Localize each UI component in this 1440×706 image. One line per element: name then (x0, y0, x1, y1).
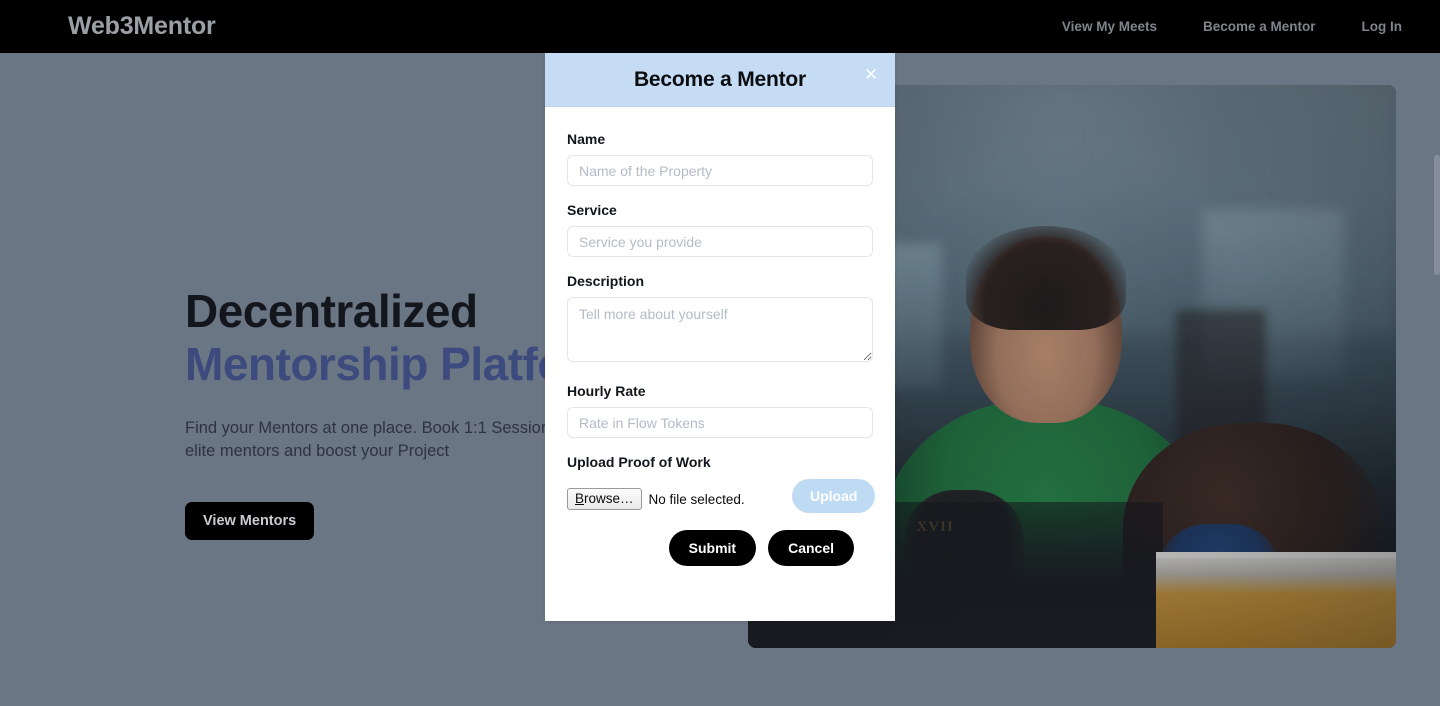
page-scrollbar[interactable] (1434, 155, 1440, 275)
field-description: Description (567, 273, 873, 367)
field-label-description: Description (567, 273, 645, 289)
nav-links: View My Meets Become a Mentor Log In (1062, 19, 1402, 34)
modal-actions: Submit Cancel (567, 530, 873, 566)
file-input[interactable]: Browse… No file selected. (567, 488, 745, 510)
view-mentors-button[interactable]: View Mentors (185, 502, 315, 541)
field-upload-proof: Upload Proof of Work Browse… No file sel… (567, 454, 876, 514)
brand-logo[interactable]: Web3Mentor (68, 12, 216, 41)
nav-link-view-my-meets[interactable]: View My Meets (1062, 19, 1157, 34)
modal-body: Name Service Description Hourly Rate Upl… (545, 107, 895, 566)
nav-link-log-in[interactable]: Log In (1362, 19, 1403, 34)
top-navbar: Web3Mentor View My Meets Become a Mentor… (0, 0, 1440, 53)
field-label-upload-proof: Upload Proof of Work (567, 454, 711, 470)
field-label-hourly-rate: Hourly Rate (567, 383, 646, 399)
nav-link-become-a-mentor[interactable]: Become a Mentor (1203, 19, 1316, 34)
name-input[interactable] (567, 155, 873, 186)
submit-button[interactable]: Submit (668, 530, 757, 566)
description-textarea[interactable] (567, 297, 873, 362)
field-label-service: Service (567, 202, 617, 218)
file-status-text: No file selected. (648, 491, 745, 507)
field-service: Service (567, 202, 873, 257)
modal-header: Become a Mentor ✕ (545, 53, 895, 107)
field-hourly-rate: Hourly Rate (567, 383, 873, 438)
upload-row: Browse… No file selected. Upload (567, 479, 876, 514)
browse-button[interactable]: Browse… (567, 488, 642, 510)
field-name: Name (567, 131, 873, 186)
upload-button[interactable]: Upload (792, 479, 876, 513)
hourly-rate-input[interactable] (567, 407, 873, 438)
become-a-mentor-modal: Become a Mentor ✕ Name Service Descripti… (545, 53, 895, 621)
field-label-name: Name (567, 131, 606, 147)
modal-title: Become a Mentor (633, 67, 807, 91)
cancel-button[interactable]: Cancel (768, 530, 854, 566)
close-icon[interactable]: ✕ (861, 64, 881, 84)
service-input[interactable] (567, 226, 873, 257)
